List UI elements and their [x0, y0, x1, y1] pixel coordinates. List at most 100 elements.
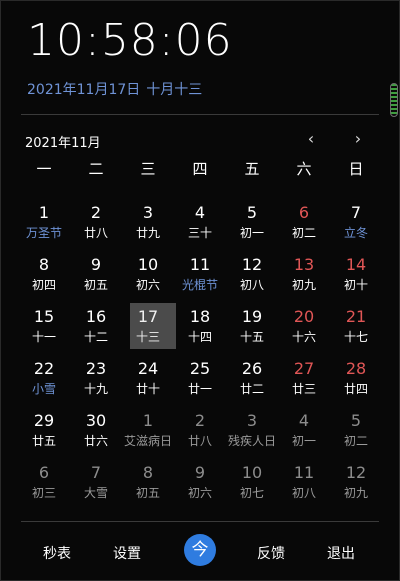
day-cell[interactable]: 18 十四 — [174, 305, 226, 357]
feedback-button[interactable]: 反馈 — [257, 543, 285, 563]
day-cell[interactable]: 1 万圣节 — [18, 201, 70, 253]
day-grid: 1 万圣节 2 廿八 3 廿九 4 三十 5 初一 6 初二 7 立冬 8 初四 9 初五 10 初六 11 光棍节 12 初… — [18, 201, 382, 513]
day-cell[interactable]: 7 立冬 — [330, 201, 382, 253]
day-cell[interactable]: 4 三十 — [174, 201, 226, 253]
lunar-label: 廿十 — [135, 382, 160, 396]
day-cell[interactable]: 28 廿四 — [330, 357, 382, 409]
date-line: 2021年11月17日 十月十三 — [27, 79, 202, 99]
day-cell[interactable]: 15 十一 — [18, 305, 70, 357]
day-number: 15 — [33, 307, 55, 326]
day-number: 11 — [189, 255, 211, 274]
day-cell[interactable]: 12 初八 — [226, 253, 278, 305]
lunar-label: 初八 — [239, 278, 264, 292]
day-cell[interactable]: 21 十七 — [330, 305, 382, 357]
day-cell[interactable]: 9 初五 — [70, 253, 122, 305]
day-cell[interactable]: 14 初十 — [330, 253, 382, 305]
day-cell[interactable]: 10 初六 — [122, 253, 174, 305]
day-number: 16 — [85, 307, 107, 326]
bottom-toolbar: 秒表 设置 今 反馈 退出 — [1, 533, 400, 573]
month-label: 2021年11月 — [25, 136, 101, 151]
lunar-label: 初五 — [83, 278, 108, 292]
day-cell[interactable]: 19 十五 — [226, 305, 278, 357]
day-number: 2 — [90, 203, 102, 222]
prev-month-button[interactable]: ‹ — [301, 129, 321, 149]
day-cell[interactable]: 29 廿五 — [18, 409, 70, 461]
weekday-label: 一 — [36, 160, 52, 178]
day-cell[interactable]: 10 初七 — [226, 461, 278, 513]
exit-button[interactable]: 退出 — [327, 543, 355, 563]
day-cell[interactable]: 11 初八 — [278, 461, 330, 513]
lunar-label: 十六 — [291, 330, 316, 344]
day-number: 20 — [293, 307, 315, 326]
day-number: 17 — [137, 307, 159, 326]
day-number: 8 — [38, 255, 50, 274]
lunar-label: 十四 — [187, 330, 212, 344]
day-number: 1 — [142, 411, 154, 430]
day-cell[interactable]: 13 初九 — [278, 253, 330, 305]
day-cell[interactable]: 16 十二 — [70, 305, 122, 357]
day-cell[interactable]: 20 十六 — [278, 305, 330, 357]
clock-time: 10:58:06 — [27, 15, 233, 66]
day-cell[interactable]: 4 初一 — [278, 409, 330, 461]
lunar-label: 廿八 — [83, 226, 108, 240]
day-cell[interactable]: 26 廿二 — [226, 357, 278, 409]
day-cell[interactable]: 12 初九 — [330, 461, 382, 513]
lunar-label: 初九 — [291, 278, 316, 292]
lunar-label: 立冬 — [343, 226, 368, 240]
lunar-label: 廿九 — [135, 226, 160, 240]
day-number: 7 — [90, 463, 102, 482]
day-number: 26 — [241, 359, 263, 378]
day-cell[interactable]: 8 初五 — [122, 461, 174, 513]
stopwatch-button[interactable]: 秒表 — [43, 543, 71, 563]
day-cell[interactable]: 22 小雪 — [18, 357, 70, 409]
next-month-button[interactable]: › — [348, 129, 368, 149]
lunar-label: 廿四 — [343, 382, 368, 396]
day-number: 5 — [350, 411, 362, 430]
day-cell[interactable]: 9 初六 — [174, 461, 226, 513]
day-cell[interactable]: 7 大雪 — [70, 461, 122, 513]
settings-button[interactable]: 设置 — [113, 543, 141, 563]
day-cell[interactable]: 11 光棍节 — [174, 253, 226, 305]
day-cell[interactable]: 5 初二 — [330, 409, 382, 461]
day-number: 6 — [298, 203, 310, 222]
day-number: 19 — [241, 307, 263, 326]
chevron-left-icon: ‹ — [307, 129, 315, 148]
day-cell-today[interactable]: 17 十三 — [122, 303, 176, 357]
day-number: 9 — [194, 463, 206, 482]
lunar-label: 十三 — [135, 330, 160, 344]
day-cell[interactable]: 24 廿十 — [122, 357, 174, 409]
day-number: 24 — [137, 359, 159, 378]
day-cell[interactable]: 23 十九 — [70, 357, 122, 409]
day-cell[interactable]: 5 初一 — [226, 201, 278, 253]
day-cell[interactable]: 3 廿九 — [122, 201, 174, 253]
day-cell[interactable]: 6 初三 — [18, 461, 70, 513]
day-cell[interactable]: 8 初四 — [18, 253, 70, 305]
lunar-label: 十五 — [239, 330, 264, 344]
day-cell[interactable]: 1 艾滋病日 — [122, 409, 174, 461]
divider — [21, 521, 379, 522]
day-number: 10 — [241, 463, 263, 482]
lunar-label: 初七 — [239, 486, 264, 500]
day-cell[interactable]: 6 初二 — [278, 201, 330, 253]
day-number: 7 — [350, 203, 362, 222]
lunar-label: 十二 — [83, 330, 108, 344]
lunar-label: 初六 — [187, 486, 212, 500]
day-cell[interactable]: 30 廿六 — [70, 409, 122, 461]
day-number: 22 — [33, 359, 55, 378]
lunar-label: 残疾人日 — [227, 434, 276, 448]
day-number: 13 — [293, 255, 315, 274]
scrollbar-thumb[interactable] — [390, 83, 398, 117]
lunar-label: 廿三 — [291, 382, 316, 396]
day-cell[interactable]: 3 残疾人日 — [226, 409, 278, 461]
day-cell[interactable]: 25 廿一 — [174, 357, 226, 409]
day-cell[interactable]: 2 廿八 — [70, 201, 122, 253]
lunar-label: 小雪 — [31, 382, 56, 396]
day-number: 9 — [90, 255, 102, 274]
today-button[interactable]: 今 — [184, 534, 216, 566]
day-cell[interactable]: 2 廿八 — [174, 409, 226, 461]
day-number: 21 — [345, 307, 367, 326]
day-number: 2 — [194, 411, 206, 430]
day-cell[interactable]: 27 廿三 — [278, 357, 330, 409]
lunar-label: 廿二 — [239, 382, 264, 396]
lunar-label: 万圣节 — [25, 226, 62, 240]
